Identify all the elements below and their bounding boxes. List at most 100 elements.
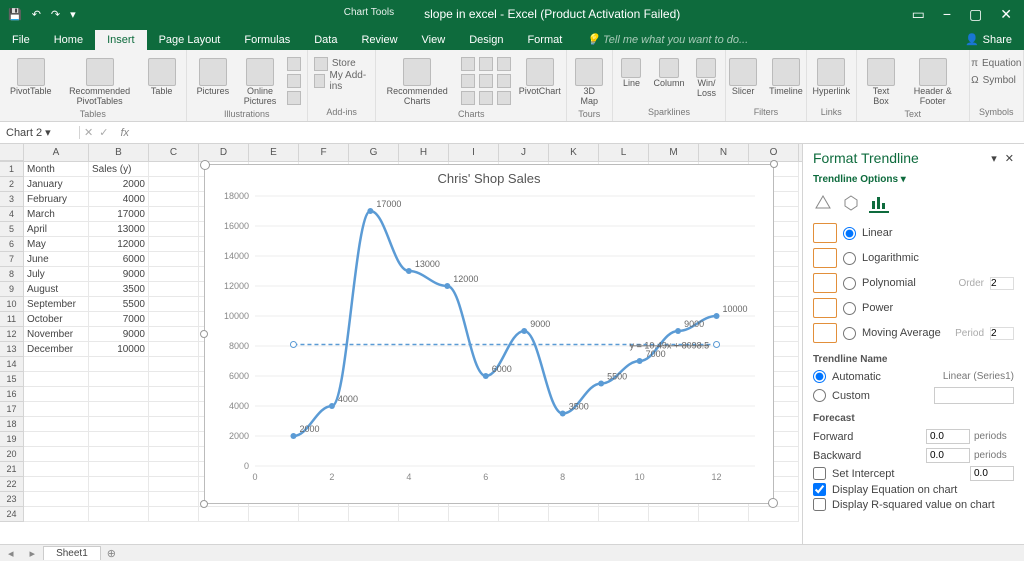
cell-A18[interactable] bbox=[24, 417, 89, 432]
sheet-tab[interactable]: Sheet1 bbox=[43, 546, 101, 560]
cell-C8[interactable] bbox=[149, 267, 199, 282]
col-header-I[interactable]: I bbox=[449, 144, 499, 161]
cell-N24[interactable] bbox=[699, 507, 749, 522]
cell-B11[interactable]: 7000 bbox=[89, 312, 149, 327]
set-intercept-input[interactable] bbox=[970, 466, 1014, 481]
chart-type-8[interactable] bbox=[479, 91, 493, 105]
row-header-22[interactable]: 22 bbox=[0, 477, 24, 492]
cell-B24[interactable] bbox=[89, 507, 149, 522]
cancel-formula-icon[interactable]: ✕ bbox=[84, 126, 93, 139]
col-header-A[interactable]: A bbox=[24, 144, 89, 161]
row-header-6[interactable]: 6 bbox=[0, 237, 24, 252]
set-intercept-checkbox[interactable] bbox=[813, 467, 826, 480]
cell-K24[interactable] bbox=[549, 507, 599, 522]
cell-C11[interactable] bbox=[149, 312, 199, 327]
cell-A10[interactable]: September bbox=[24, 297, 89, 312]
row-header-24[interactable]: 24 bbox=[0, 507, 24, 522]
cell-A4[interactable]: March bbox=[24, 207, 89, 222]
cell-A6[interactable]: May bbox=[24, 237, 89, 252]
tab-insert[interactable]: Insert bbox=[95, 30, 147, 50]
sparkline-column-button[interactable]: Column bbox=[649, 56, 688, 91]
cell-C20[interactable] bbox=[149, 447, 199, 462]
equation-button[interactable]: πEquation bbox=[971, 56, 1021, 71]
col-header-E[interactable]: E bbox=[249, 144, 299, 161]
cell-J24[interactable] bbox=[499, 507, 549, 522]
3dmap-button[interactable]: 3D Map bbox=[571, 56, 607, 109]
cell-B10[interactable]: 5500 bbox=[89, 297, 149, 312]
cell-A1[interactable]: Month bbox=[24, 162, 89, 177]
cell-C19[interactable] bbox=[149, 432, 199, 447]
panel-close-icon[interactable]: ✕ bbox=[1005, 152, 1014, 165]
cell-C6[interactable] bbox=[149, 237, 199, 252]
tab-formulas[interactable]: Formulas bbox=[232, 30, 302, 50]
cell-C13[interactable] bbox=[149, 342, 199, 357]
rec-charts-button[interactable]: Recommended Charts bbox=[378, 56, 457, 109]
enter-formula-icon[interactable]: ✓ bbox=[99, 126, 108, 139]
cell-A24[interactable] bbox=[24, 507, 89, 522]
cell-A13[interactable]: December bbox=[24, 342, 89, 357]
col-header-J[interactable]: J bbox=[499, 144, 549, 161]
online-pictures-button[interactable]: Online Pictures bbox=[237, 56, 283, 109]
cell-A8[interactable]: July bbox=[24, 267, 89, 282]
symbol-button[interactable]: ΩSymbol bbox=[971, 73, 1021, 88]
fx-label[interactable]: fx bbox=[112, 127, 137, 139]
row-header-8[interactable]: 8 bbox=[0, 267, 24, 282]
cell-B16[interactable] bbox=[89, 387, 149, 402]
cell-E24[interactable] bbox=[249, 507, 299, 522]
tab-data[interactable]: Data bbox=[302, 30, 349, 50]
cell-A9[interactable]: August bbox=[24, 282, 89, 297]
row-header-1[interactable]: 1 bbox=[0, 162, 24, 177]
cell-H24[interactable] bbox=[399, 507, 449, 522]
row-header-12[interactable]: 12 bbox=[0, 327, 24, 342]
col-header-H[interactable]: H bbox=[399, 144, 449, 161]
tab-review[interactable]: Review bbox=[349, 30, 409, 50]
tab-home[interactable]: Home bbox=[42, 30, 95, 50]
cell-B4[interactable]: 17000 bbox=[89, 207, 149, 222]
maximize-icon[interactable]: ▢ bbox=[969, 6, 982, 23]
chart-title[interactable]: Chris' Shop Sales bbox=[205, 165, 773, 186]
cell-C3[interactable] bbox=[149, 192, 199, 207]
display-equation-checkbox[interactable] bbox=[813, 483, 826, 496]
cell-A5[interactable]: April bbox=[24, 222, 89, 237]
cell-C9[interactable] bbox=[149, 282, 199, 297]
cell-G24[interactable] bbox=[349, 507, 399, 522]
pivotchart-button[interactable]: PivotChart bbox=[515, 56, 565, 99]
row-header-23[interactable]: 23 bbox=[0, 492, 24, 507]
cell-C14[interactable] bbox=[149, 357, 199, 372]
cell-B15[interactable] bbox=[89, 372, 149, 387]
cell-A19[interactable] bbox=[24, 432, 89, 447]
cell-B18[interactable] bbox=[89, 417, 149, 432]
add-sheet-button[interactable]: ⊕ bbox=[101, 547, 122, 560]
row-header-3[interactable]: 3 bbox=[0, 192, 24, 207]
cell-A11[interactable]: October bbox=[24, 312, 89, 327]
trendline-option-moving-average[interactable]: Moving AveragePeriod bbox=[813, 323, 1014, 343]
row-header-7[interactable]: 7 bbox=[0, 252, 24, 267]
table-button[interactable]: Table bbox=[144, 56, 180, 99]
row-header-16[interactable]: 16 bbox=[0, 387, 24, 402]
embedded-chart[interactable]: Chris' Shop Sales 0200040006000800010000… bbox=[204, 164, 774, 504]
cell-C23[interactable] bbox=[149, 492, 199, 507]
col-header-N[interactable]: N bbox=[699, 144, 749, 161]
row-header-21[interactable]: 21 bbox=[0, 462, 24, 477]
order-input[interactable] bbox=[990, 277, 1014, 290]
pivottable-button[interactable]: PivotTable bbox=[6, 56, 56, 99]
cell-L24[interactable] bbox=[599, 507, 649, 522]
panel-subtitle[interactable]: Trendline Options ▾ bbox=[803, 172, 1024, 187]
cell-B21[interactable] bbox=[89, 462, 149, 477]
sparkline-line-button[interactable]: Line bbox=[617, 56, 645, 91]
textbox-button[interactable]: Text Box bbox=[863, 56, 899, 109]
cell-B12[interactable]: 9000 bbox=[89, 327, 149, 342]
minimize-icon[interactable]: − bbox=[943, 6, 951, 22]
save-icon[interactable]: 💾 bbox=[8, 8, 22, 21]
chart-type-2[interactable] bbox=[479, 57, 493, 71]
tab-file[interactable]: File bbox=[0, 30, 42, 50]
trendline-radio-linear[interactable] bbox=[843, 227, 856, 240]
pictures-button[interactable]: Pictures bbox=[193, 56, 234, 99]
cell-C2[interactable] bbox=[149, 177, 199, 192]
row-header-15[interactable]: 15 bbox=[0, 372, 24, 387]
col-header-F[interactable]: F bbox=[299, 144, 349, 161]
forward-input[interactable] bbox=[926, 429, 970, 444]
tab-page-layout[interactable]: Page Layout bbox=[147, 30, 233, 50]
trendline-radio-logarithmic[interactable] bbox=[843, 252, 856, 265]
row-header-13[interactable]: 13 bbox=[0, 342, 24, 357]
